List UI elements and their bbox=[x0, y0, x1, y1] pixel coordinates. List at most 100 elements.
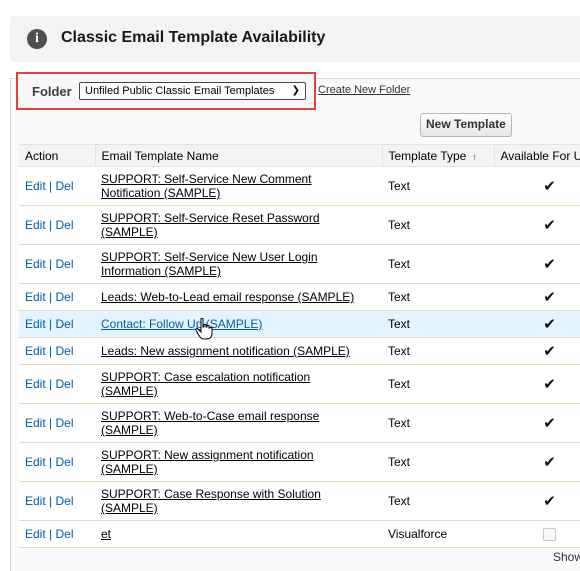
availability-cell: ✔ bbox=[494, 364, 580, 404]
template-name-link[interactable]: SUPPORT: Self-Service New User Login Info… bbox=[101, 250, 382, 278]
template-name-line2: (SAMPLE) bbox=[101, 423, 158, 437]
column-header-type-label: Template Type bbox=[388, 148, 467, 163]
template-name-link[interactable]: SUPPORT: Self-Service Reset Password (SAM… bbox=[101, 211, 382, 239]
edit-link[interactable]: Edit bbox=[25, 494, 46, 508]
template-type-cell: Text bbox=[382, 442, 494, 482]
delete-link[interactable]: Del bbox=[56, 416, 74, 430]
template-name-line1: SUPPORT: Self-Service New User Login bbox=[101, 250, 318, 264]
hand-cursor-icon bbox=[195, 318, 213, 340]
folder-select-value: Unfiled Public Classic Email Templates bbox=[85, 85, 275, 97]
row-actions: Edit | Del bbox=[19, 442, 95, 482]
template-name-line1: et bbox=[101, 527, 112, 541]
delete-link[interactable]: Del bbox=[56, 290, 74, 304]
availability-cell: ✔ bbox=[494, 283, 580, 311]
template-name-link[interactable]: SUPPORT: Web-to-Case email response (SAMP… bbox=[101, 409, 382, 437]
delete-link[interactable]: Del bbox=[56, 377, 74, 391]
availability-cell: ✔ bbox=[494, 166, 580, 206]
edit-link[interactable]: Edit bbox=[25, 416, 46, 430]
edit-link[interactable]: Edit bbox=[25, 290, 46, 304]
table-header-row: Action Email Template Name Template Type… bbox=[19, 144, 580, 167]
row-actions: Edit | Del bbox=[19, 520, 95, 548]
checkmark-icon: ✔ bbox=[543, 415, 556, 432]
delete-link[interactable]: Del bbox=[56, 494, 74, 508]
availability-cell: ✔ bbox=[494, 442, 580, 482]
checkmark-icon: ✔ bbox=[543, 217, 556, 234]
row-actions: Edit | Del bbox=[19, 364, 95, 404]
column-header-type[interactable]: Template Type ↑ bbox=[382, 144, 495, 167]
edit-link[interactable]: Edit bbox=[25, 257, 46, 271]
template-name-line1: SUPPORT: Web-to-Case email response bbox=[101, 409, 320, 423]
delete-link[interactable]: Del bbox=[56, 179, 74, 193]
template-name-cell: Leads: Web-to-Lead email response (SAMPL… bbox=[95, 283, 382, 311]
template-name-cell: SUPPORT: Self-Service New Comment Notific… bbox=[95, 166, 382, 206]
template-type-cell: Text bbox=[382, 310, 494, 338]
template-name-line2: (SAMPLE) bbox=[101, 384, 158, 398]
template-name-link[interactable]: SUPPORT: Self-Service New Comment Notific… bbox=[101, 172, 382, 200]
edit-link[interactable]: Edit bbox=[25, 344, 46, 358]
table-row: Edit | Del SUPPORT: Case Response with So… bbox=[19, 481, 580, 521]
template-name-cell: SUPPORT: New assignment notification (SAM… bbox=[95, 442, 382, 482]
checkmark-icon: ✔ bbox=[543, 343, 556, 360]
template-name-line1: SUPPORT: New assignment notification bbox=[101, 448, 314, 462]
chevron-down-icon: ❯ bbox=[291, 85, 300, 96]
action-separator: | bbox=[49, 416, 53, 430]
template-type-cell: Text bbox=[382, 283, 494, 311]
template-name-cell: Leads: New assignment notification (SAMP… bbox=[95, 337, 382, 365]
template-type-cell: Text bbox=[382, 364, 494, 404]
template-type-cell: Visualforce bbox=[382, 520, 494, 548]
template-name-line1: Contact: Follow Up (SAMPLE) bbox=[101, 317, 263, 331]
column-header-name[interactable]: Email Template Name bbox=[95, 144, 383, 167]
column-header-available[interactable]: Available For U bbox=[494, 144, 580, 167]
edit-link[interactable]: Edit bbox=[25, 179, 46, 193]
table-row: Edit | Del SUPPORT: Self-Service Reset Pa… bbox=[19, 205, 580, 245]
delete-link[interactable]: Del bbox=[56, 257, 74, 271]
checkmark-icon: ✔ bbox=[543, 493, 556, 510]
edit-link[interactable]: Edit bbox=[25, 218, 46, 232]
action-separator: | bbox=[49, 494, 53, 508]
edit-link[interactable]: Edit bbox=[25, 377, 46, 391]
template-name-link[interactable]: Contact: Follow Up (SAMPLE) bbox=[101, 317, 382, 331]
action-separator: | bbox=[49, 218, 53, 232]
table-row: Edit | Del SUPPORT: Case escalation notif… bbox=[19, 364, 580, 404]
new-template-button[interactable]: New Template bbox=[420, 113, 512, 137]
template-name-link[interactable]: SUPPORT: Case Response with Solution (SAM… bbox=[101, 487, 382, 515]
template-name-cell: SUPPORT: Self-Service New User Login Info… bbox=[95, 244, 382, 284]
template-name-link[interactable]: SUPPORT: New assignment notification (SAM… bbox=[101, 448, 382, 476]
action-separator: | bbox=[49, 290, 53, 304]
template-name-line1: SUPPORT: Case escalation notification bbox=[101, 370, 311, 384]
delete-link[interactable]: Del bbox=[56, 344, 74, 358]
row-actions: Edit | Del bbox=[19, 166, 95, 206]
template-name-link[interactable]: Leads: Web-to-Lead email response (SAMPL… bbox=[101, 290, 382, 304]
delete-link[interactable]: Del bbox=[56, 317, 74, 331]
checkmark-icon: ✔ bbox=[543, 316, 556, 333]
empty-checkbox-icon bbox=[543, 528, 556, 542]
delete-link[interactable]: Del bbox=[56, 455, 74, 469]
template-type-cell: Text bbox=[382, 481, 494, 521]
template-name-cell: Contact: Follow Up (SAMPLE) bbox=[95, 310, 382, 338]
edit-link[interactable]: Edit bbox=[25, 317, 46, 331]
template-name-link[interactable]: Leads: New assignment notification (SAMP… bbox=[101, 344, 382, 358]
edit-link[interactable]: Edit bbox=[25, 527, 46, 541]
template-name-cell: SUPPORT: Case escalation notification (SA… bbox=[95, 364, 382, 404]
edit-link[interactable]: Edit bbox=[25, 455, 46, 469]
folder-select[interactable]: Unfiled Public Classic Email Templates ❯ bbox=[79, 82, 306, 100]
checkmark-icon: ✔ bbox=[543, 178, 556, 195]
row-actions: Edit | Del bbox=[19, 205, 95, 245]
delete-link[interactable]: Del bbox=[56, 527, 74, 541]
availability-cell: ✔ bbox=[494, 337, 580, 365]
table-row: Edit | Del SUPPORT: Self-Service New User… bbox=[19, 244, 580, 284]
action-separator: | bbox=[49, 344, 53, 358]
template-name-line2: (SAMPLE) bbox=[101, 225, 158, 239]
template-name-link[interactable]: et bbox=[101, 527, 382, 541]
create-new-folder-link[interactable]: Create New Folder bbox=[318, 84, 410, 96]
delete-link[interactable]: Del bbox=[56, 218, 74, 232]
row-actions: Edit | Del bbox=[19, 244, 95, 284]
info-icon: i bbox=[27, 29, 47, 49]
action-separator: | bbox=[49, 317, 53, 331]
table-row: Edit | Del SUPPORT: New assignment notifi… bbox=[19, 442, 580, 482]
row-actions: Edit | Del bbox=[19, 481, 95, 521]
template-name-link[interactable]: SUPPORT: Case escalation notification (SA… bbox=[101, 370, 382, 398]
availability-cell bbox=[494, 520, 580, 548]
template-type-cell: Text bbox=[382, 166, 494, 206]
folder-selector-highlight: Folder Unfiled Public Classic Email Temp… bbox=[16, 72, 316, 110]
